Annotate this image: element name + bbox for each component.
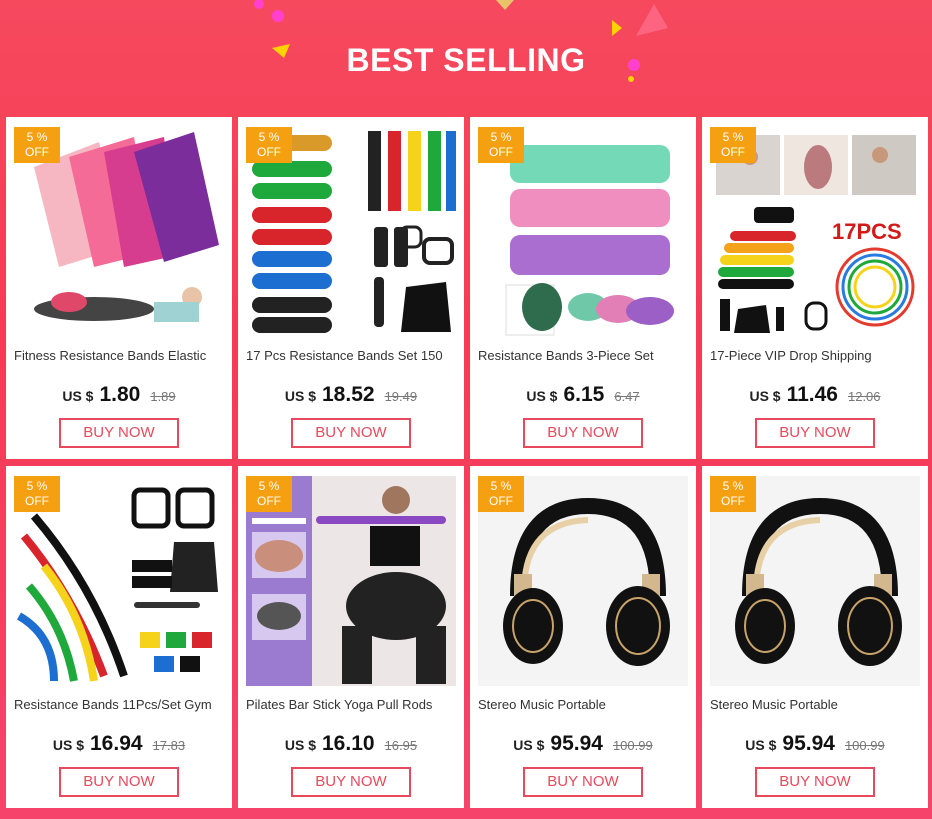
product-name[interactable]: Stereo Music Portable xyxy=(478,697,690,712)
banner: BEST SELLING xyxy=(0,0,932,118)
old-price: 100.99 xyxy=(612,738,653,753)
discount-percent: 5 % xyxy=(722,479,744,493)
buy-now-button[interactable]: BUY NOW xyxy=(755,767,875,797)
discount-label: OFF xyxy=(257,145,281,159)
currency: US $ xyxy=(749,388,781,404)
currency: US $ xyxy=(284,737,316,753)
product-card[interactable]: 5 % OFF Stereo Music Portable US $ 95.94 1… xyxy=(702,466,928,808)
discount-label: OFF xyxy=(721,145,745,159)
old-price: 12.06 xyxy=(847,389,881,404)
discount-label: OFF xyxy=(257,494,281,508)
price: 18.52 xyxy=(322,383,375,406)
buy-now-button[interactable]: BUY NOW xyxy=(523,767,643,797)
product-card[interactable]: 5 % OFF Resistance Bands 11Pcs/Set Gym U… xyxy=(6,466,232,808)
price-row: US $ 1.80 1.89 xyxy=(6,383,232,407)
old-price: 16.95 xyxy=(384,738,418,753)
buy-now-button[interactable]: BUY NOW xyxy=(291,418,411,448)
currency: US $ xyxy=(62,388,94,404)
price-row: US $ 95.94 100.99 xyxy=(470,732,696,756)
discount-badge: 5 % OFF xyxy=(710,476,756,512)
discount-badge: 5 % OFF xyxy=(246,127,292,163)
buy-now-button[interactable]: BUY NOW xyxy=(59,767,179,797)
discount-badge: 5 % OFF xyxy=(246,476,292,512)
price-row: US $ 11.46 12.06 xyxy=(702,383,928,407)
discount-percent: 5 % xyxy=(722,130,744,144)
product-name[interactable]: 17 Pcs Resistance Bands Set 150 xyxy=(246,348,458,363)
currency: US $ xyxy=(52,737,84,753)
price: 16.10 xyxy=(322,732,375,755)
discount-badge: 5 % OFF xyxy=(478,476,524,512)
product-name[interactable]: Fitness Resistance Bands Elastic xyxy=(14,348,226,363)
discount-label: OFF xyxy=(25,145,49,159)
price: 11.46 xyxy=(786,383,838,406)
product-name[interactable]: 17-Piece VIP Drop Shipping xyxy=(710,348,922,363)
discount-label: OFF xyxy=(489,494,513,508)
discount-percent: 5 % xyxy=(490,130,512,144)
discount-label: OFF xyxy=(25,494,49,508)
discount-badge: 5 % OFF xyxy=(478,127,524,163)
product-card[interactable]: 5 % OFF Resistance Bands 3-Piece Set US … xyxy=(470,117,696,459)
product-card[interactable]: 5 % OFF Pilates Bar Stick Yoga Pull Rods… xyxy=(238,466,464,808)
product-name[interactable]: Pilates Bar Stick Yoga Pull Rods xyxy=(246,697,458,712)
product-name[interactable]: Resistance Bands 3-Piece Set xyxy=(478,348,690,363)
old-price: 19.49 xyxy=(384,389,418,404)
page-title: BEST SELLING xyxy=(346,42,586,78)
product-name[interactable]: Stereo Music Portable xyxy=(710,697,922,712)
currency: US $ xyxy=(284,388,316,404)
currency: US $ xyxy=(745,737,777,753)
price-row: US $ 16.10 16.95 xyxy=(238,732,464,756)
buy-now-button[interactable]: BUY NOW xyxy=(59,418,179,448)
discount-percent: 5 % xyxy=(258,479,280,493)
buy-now-button[interactable]: BUY NOW xyxy=(291,767,411,797)
old-price: 1.89 xyxy=(150,389,176,404)
product-grid: 5 % OFF Fitness Resistance Bands Elastic… xyxy=(6,117,928,808)
price: 16.94 xyxy=(90,732,143,755)
old-price: 100.99 xyxy=(844,738,885,753)
old-price: 6.47 xyxy=(614,389,640,404)
product-card[interactable]: 5 % OFF Fitness Resistance Bands Elastic… xyxy=(6,117,232,459)
price-row: US $ 6.15 6.47 xyxy=(470,383,696,407)
discount-percent: 5 % xyxy=(258,130,280,144)
price-row: US $ 95.94 100.99 xyxy=(702,732,928,756)
price-row: US $ 18.52 19.49 xyxy=(238,383,464,407)
old-price: 17.83 xyxy=(152,738,186,753)
price: 95.94 xyxy=(550,732,603,755)
product-card[interactable]: 5 % OFF Stereo Music Portable US $ 95.94 1… xyxy=(470,466,696,808)
discount-badge: 5 % OFF xyxy=(14,127,60,163)
discount-percent: 5 % xyxy=(26,479,48,493)
price: 6.15 xyxy=(563,383,605,406)
product-name[interactable]: Resistance Bands 11Pcs/Set Gym xyxy=(14,697,226,712)
product-card[interactable]: 5 % OFF 17 Pcs Resistance Bands Set 150 … xyxy=(238,117,464,459)
currency: US $ xyxy=(526,388,558,404)
discount-label: OFF xyxy=(489,145,513,159)
discount-label: OFF xyxy=(721,494,745,508)
price: 95.94 xyxy=(782,732,835,755)
discount-badge: 5 % OFF xyxy=(710,127,756,163)
discount-percent: 5 % xyxy=(26,130,48,144)
buy-now-button[interactable]: BUY NOW xyxy=(523,418,643,448)
discount-percent: 5 % xyxy=(490,479,512,493)
price-row: US $ 16.94 17.83 xyxy=(6,732,232,756)
price: 1.80 xyxy=(99,383,141,406)
discount-badge: 5 % OFF xyxy=(14,476,60,512)
image-caption-17pcs: 17PCS xyxy=(832,219,902,244)
currency: US $ xyxy=(513,737,545,753)
buy-now-button[interactable]: BUY NOW xyxy=(755,418,875,448)
product-card[interactable]: 17PCS 5 % OFF 17-Piece VIP Drop Shipping… xyxy=(702,117,928,459)
